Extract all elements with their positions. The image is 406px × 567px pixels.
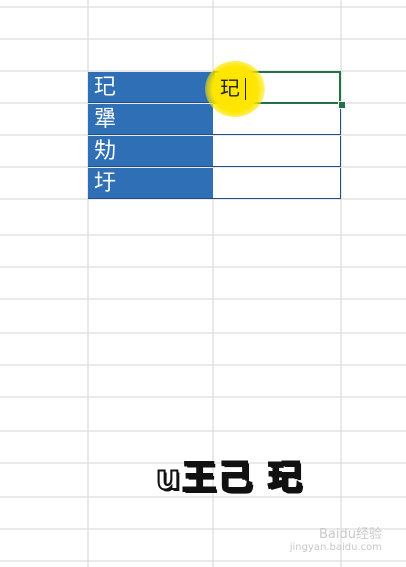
cell-label-row-2[interactable]: 犟	[88, 104, 213, 135]
cell-label-row-4[interactable]: 圩	[88, 168, 213, 199]
cell-label-text: 犟	[94, 107, 117, 132]
overlay-caption: u王己 玘	[155, 457, 305, 499]
cell-label-row-1[interactable]: 玘	[88, 72, 213, 103]
fill-handle[interactable]	[338, 101, 346, 109]
cell-editing-text: 玘	[220, 76, 240, 100]
cell-label-row-3[interactable]: 劮	[88, 136, 213, 167]
cell-value-row-3[interactable]	[213, 136, 341, 167]
watermark: Baidu经验 jingyan.baidu.com	[290, 523, 382, 553]
cell-label-text: 劮	[94, 139, 117, 164]
watermark-brand: Baidu经验	[319, 527, 382, 542]
text-caret	[245, 78, 246, 100]
cell-label-text: 圩	[94, 171, 117, 196]
cell-value-row-4[interactable]	[213, 168, 341, 199]
watermark-url: jingyan.baidu.com	[289, 542, 382, 553]
cell-label-text: 玘	[94, 75, 117, 100]
